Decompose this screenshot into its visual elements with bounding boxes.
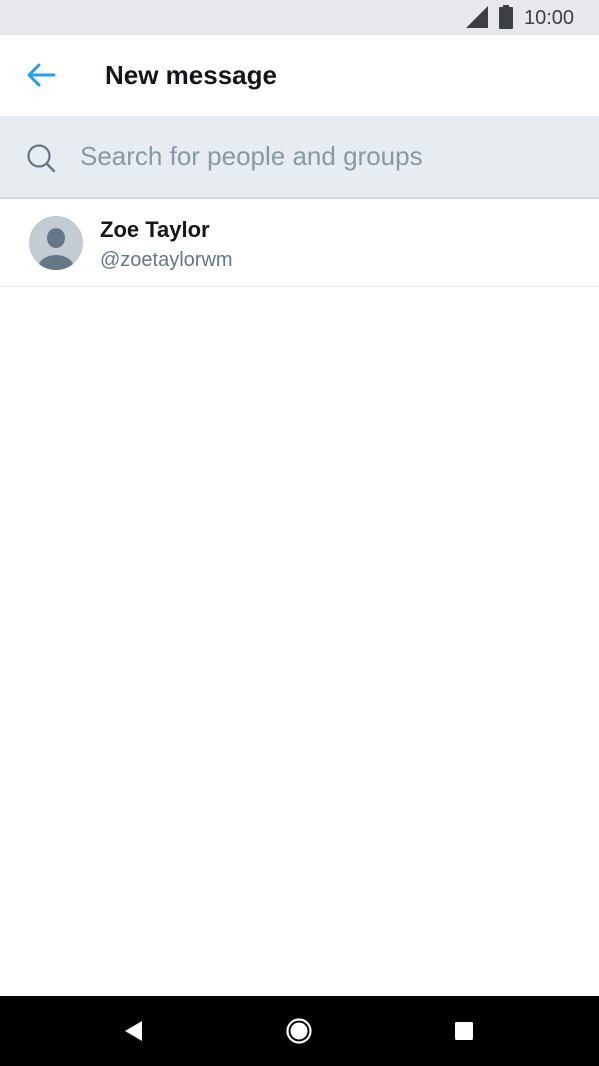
nav-back-icon[interactable]: [112, 1010, 154, 1052]
status-time: 10:00: [524, 7, 575, 29]
cell-signal-icon: [466, 6, 488, 28]
contact-name: Zoe Taylor: [100, 217, 210, 242]
results-list: Zoe Taylor @zoetaylorwm: [0, 199, 599, 287]
list-item[interactable]: Zoe Taylor @zoetaylorwm: [0, 199, 599, 287]
search-input[interactable]: [80, 136, 580, 176]
system-nav-bar: [0, 996, 599, 1066]
status-bar: 10:00: [0, 0, 599, 35]
page-title: New message: [105, 60, 277, 90]
avatar: [29, 216, 83, 270]
contact-handle: @zoetaylorwm: [100, 249, 233, 271]
nav-home-icon[interactable]: [278, 1010, 320, 1052]
nav-recents-icon[interactable]: [443, 1010, 485, 1052]
search-bar: [0, 116, 599, 199]
battery-icon: [499, 5, 513, 29]
default-avatar-icon: [29, 216, 83, 270]
arrow-left-icon[interactable]: [22, 59, 58, 91]
header: New message: [0, 35, 599, 116]
search-icon: [27, 144, 56, 173]
